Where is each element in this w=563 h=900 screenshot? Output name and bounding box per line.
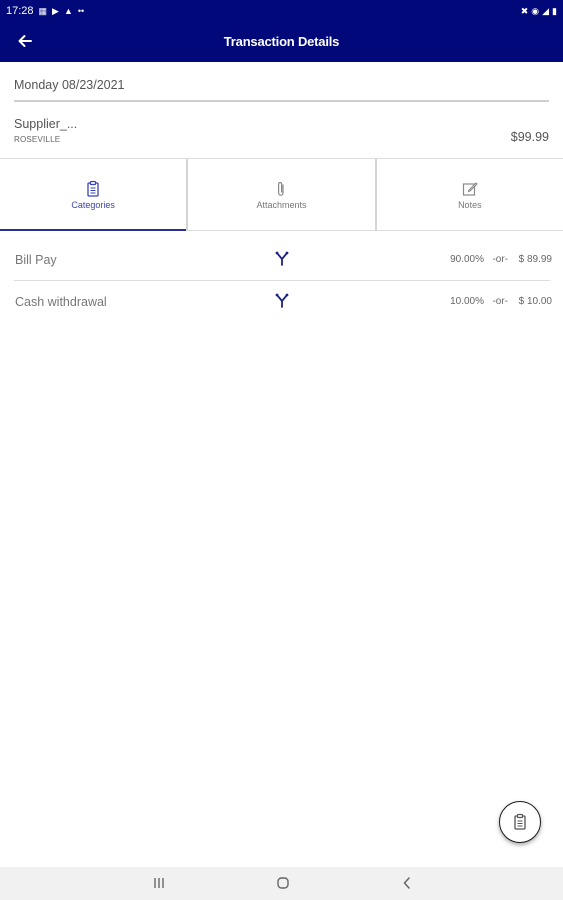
recents-button[interactable]: [144, 873, 174, 893]
list-item[interactable]: Cash withdrawal 10.00% -or- $ 10.00: [14, 281, 552, 323]
category-amount: $ 10.00: [518, 296, 552, 307]
tab-notes[interactable]: Notes: [377, 159, 563, 230]
category-name: Bill Pay: [15, 253, 57, 267]
category-list: Bill Pay 90.00% -or- $ 89.99 Cash withdr…: [14, 239, 552, 323]
merchant-city: ROSEVILLE: [14, 135, 61, 144]
transaction-date-row: Monday 08/23/2021: [14, 78, 549, 102]
home-button[interactable]: [268, 873, 298, 893]
system-nav-bar: [0, 867, 563, 900]
tab-categories[interactable]: Categories: [0, 159, 189, 231]
clipboard-icon: [87, 180, 99, 197]
transaction-date: Monday 08/23/2021: [14, 78, 125, 92]
wifi-icon: ◉: [531, 5, 540, 16]
merchant-section: Supplier_... ROSEVILLE $99.99: [0, 103, 563, 159]
transaction-amount: $99.99: [510, 130, 549, 144]
floating-action-button[interactable]: [499, 801, 541, 843]
tab-label: Attachments: [256, 199, 307, 210]
page-title: Transaction Details: [223, 34, 340, 49]
tab-label: Notes: [458, 199, 482, 210]
split-icon[interactable]: [275, 251, 289, 267]
paperclip-icon: [278, 181, 285, 196]
clipboard-icon: [514, 813, 526, 830]
edit-icon: [462, 181, 478, 196]
list-item[interactable]: Bill Pay 90.00% -or- $ 89.99: [14, 239, 552, 281]
recents-icon: [154, 878, 164, 888]
tab-attachments[interactable]: Attachments: [188, 159, 377, 230]
tab-label: Categories: [71, 199, 115, 210]
nav-back-button[interactable]: [392, 873, 422, 893]
signal-icon: ◢: [542, 5, 550, 16]
more-dots-icon: ••: [77, 5, 85, 16]
tab-bar: Categories Attachments Notes: [0, 159, 563, 231]
category-percent: 10.00%: [450, 296, 484, 307]
category-percent: 90.00%: [450, 254, 484, 265]
split-icon[interactable]: [275, 293, 289, 309]
alert-icon: ▲: [63, 5, 73, 16]
category-or: -or-: [492, 296, 508, 307]
status-bar: 17:28 ▦ ▶ ▲ •• ✖ ◉ ◢ ▮: [0, 0, 563, 22]
back-chevron-icon: [403, 877, 410, 889]
home-icon: [277, 877, 289, 889]
media-icon: ▶: [52, 5, 59, 16]
notification-icon: ▦: [38, 5, 48, 16]
bluetooth-icon: ✖: [520, 5, 529, 16]
category-or: -or-: [492, 254, 508, 265]
category-amount: $ 89.99: [518, 254, 552, 265]
merchant-name: Supplier_...: [14, 117, 78, 131]
status-time: 17:28: [6, 5, 34, 17]
app-bar: Transaction Details: [0, 22, 563, 62]
battery-icon: ▮: [552, 5, 557, 16]
category-name: Cash withdrawal: [15, 295, 107, 309]
